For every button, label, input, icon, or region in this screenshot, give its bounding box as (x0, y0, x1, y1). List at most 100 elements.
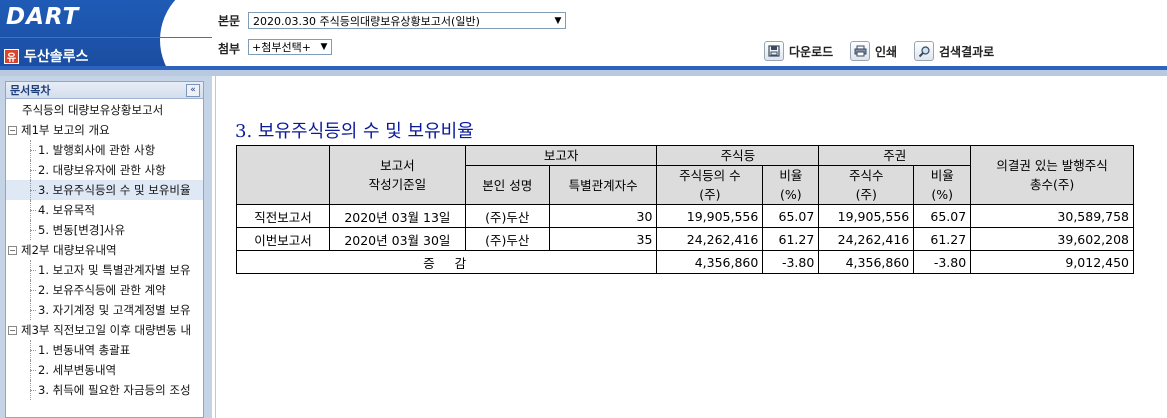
sidebar: 문서목차 « 주식등의 대량보유상황보고서 − 제1부 보고의 개요 1. 발행회사에… (0, 76, 212, 418)
attachment-select[interactable]: +첨부선택+ ▼ (248, 39, 332, 55)
toc-title: 문서목차 (10, 84, 51, 97)
tree-branch (30, 210, 36, 211)
company-row: 유 두산솔루스 (4, 46, 88, 66)
company-icon: 유 (4, 48, 19, 64)
toc-item[interactable]: 주식등의 대량보유상황보고서 (6, 100, 203, 120)
table-change-row: 증 감 4,356,860 -3.80 4,356,860 -3.80 9,01… (235, 250, 1134, 274)
download-button[interactable]: 다운로드 (764, 41, 833, 61)
dropdown-arrow-icon: ▼ (320, 42, 328, 52)
toc-item[interactable]: 3. 취득에 필요한 자금등의 조성 (6, 380, 203, 400)
row-name: (주)두산 (464, 204, 550, 228)
toc-item-label: 5. 변동[변경]사유 (38, 223, 126, 237)
toc-item[interactable]: 2. 보유주식등에 관한 계약 (6, 280, 203, 300)
tree-branch (30, 170, 36, 171)
tree-branch (30, 310, 36, 311)
row-stock-ratio: 61.27 (913, 227, 972, 251)
tree-collapse-icon[interactable]: − (8, 245, 17, 255)
toc-item-label: 4. 보유목적 (38, 203, 95, 217)
table-row: 직전보고서 2020년 03월 13일 (주)두산 30 19,905,556 … (236, 204, 1134, 228)
toc-header: 문서목차 « (6, 82, 203, 99)
header-stock-ratio: 비율 (%) (913, 165, 972, 205)
table-row: 이번보고서 2020년 03월 30일 (주)두산 35 24,262,416 … (236, 227, 1134, 251)
row-date: 2020년 03월 30일 (328, 227, 466, 251)
table-header-blank (236, 145, 330, 205)
toc-item-label: 3. 자기계정 및 고객계정별 보유 (38, 303, 191, 317)
main-doc-label: 본문 (218, 14, 241, 28)
row-shares: 19,905,556 (656, 204, 764, 228)
toc-item[interactable]: 1. 발행회사에 관한 사항 (6, 140, 203, 160)
header-principal-name: 본인 성명 (464, 165, 550, 205)
printer-icon (850, 41, 870, 61)
row-related: 30 (548, 204, 658, 228)
toc-panel: 문서목차 « 주식등의 대량보유상황보고서 − 제1부 보고의 개요 1. 발행회사에… (5, 81, 204, 418)
header-stock-count: 주식수 (주) (818, 165, 915, 205)
search-icon (914, 41, 934, 61)
toc-item[interactable]: 3. 자기계정 및 고객계정별 보유 (6, 300, 203, 320)
row-total: 39,602,208 (970, 227, 1134, 251)
document-content: 3. 보유주식등의 수 및 보유비율 보고서 작성기준일 보고자 주식등 주권 … (215, 76, 1167, 418)
row-stock: 19,905,556 (818, 204, 915, 228)
toc-item[interactable]: 4. 보유목적 (6, 200, 203, 220)
toc-item-label: 주식등의 대량보유상황보고서 (22, 103, 164, 117)
tree-branch (30, 270, 36, 271)
toc-item-label: 3. 보유주식등의 수 및 보유비율 (38, 183, 191, 197)
row-total: 30,589,758 (970, 204, 1134, 228)
header-reporter: 보고자 (464, 145, 658, 166)
download-label: 다운로드 (789, 44, 834, 59)
search-results-button[interactable]: 검색결과로 (914, 41, 994, 61)
save-icon (764, 41, 784, 61)
toc-item[interactable]: − 제3부 직전보고일 이후 대량변동 내 (6, 320, 203, 340)
row-date: 2020년 03월 13일 (328, 204, 466, 228)
toc-item[interactable]: − 제1부 보고의 개요 (6, 120, 203, 140)
header: DART 유 두산솔루스 본문 2020.03.30 주식등의대량보유상황보고서… (0, 0, 1167, 76)
holding-ratio-table: 보고서 작성기준일 보고자 주식등 주권 의결권 있는 발행주식 총수(주) 본… (235, 145, 1134, 274)
print-button[interactable]: 인쇄 (850, 41, 897, 61)
toc-item-label: 1. 변동내역 총괄표 (38, 343, 131, 357)
print-label: 인쇄 (875, 44, 898, 59)
header-stock-group: 주권 (818, 145, 972, 166)
header-shares-count: 주식등의 수 (주) (656, 165, 764, 205)
main-doc-select[interactable]: 2020.03.30 주식등의대량보유상황보고서(일반) ▼ (248, 12, 566, 29)
tree-branch (30, 350, 36, 351)
logo-curve (160, 0, 212, 70)
row-shares: 24,262,416 (656, 227, 764, 251)
tree-branch (30, 390, 36, 391)
tree-branch (30, 290, 36, 291)
toc-item[interactable]: 5. 변동[변경]사유 (6, 220, 203, 240)
row-label: 이번보고서 (236, 227, 330, 251)
tree-collapse-icon[interactable]: − (8, 125, 17, 135)
collapse-sidebar-button[interactable]: « (186, 83, 200, 97)
header-report-date: 보고서 작성기준일 (328, 145, 466, 205)
header-shares-ratio: 비율 (%) (762, 165, 820, 205)
toc-item-label: 제3부 직전보고일 이후 대량변동 내 (21, 323, 192, 337)
attachment-select-value: +첨부선택+ (252, 41, 311, 54)
row-stock-ratio: 65.07 (913, 204, 972, 228)
change-total: 9,012,450 (970, 250, 1134, 274)
toc-item[interactable]: 1. 보고자 및 특별관계자별 보유 (6, 260, 203, 280)
toc-item-label: 1. 발행회사에 관한 사항 (38, 143, 156, 157)
toc-item[interactable]: − 제2부 대량보유내역 (6, 240, 203, 260)
toc-item[interactable]: 2. 대량보유자에 관한 사항 (6, 160, 203, 180)
toc-item-label: 1. 보고자 및 특별관계자별 보유 (38, 263, 191, 277)
header-toolbar: 본문 2020.03.30 주식등의대량보유상황보고서(일반) ▼ 첨부 +첨부… (212, 0, 1167, 70)
toc-item-label: 2. 세부변동내역 (38, 363, 117, 377)
dart-logo[interactable]: DART (6, 4, 79, 30)
section-title: 3. 보유주식등의 수 및 보유비율 (235, 121, 474, 142)
row-label: 직전보고서 (236, 204, 330, 228)
toc-item-label: 3. 취득에 필요한 자금등의 조성 (38, 383, 191, 397)
row-shares-ratio: 65.07 (762, 204, 820, 228)
row-stock: 24,262,416 (818, 227, 915, 251)
tree-collapse-icon[interactable]: − (8, 325, 17, 335)
toc-item[interactable]: 3. 보유주식등의 수 및 보유비율 (6, 180, 203, 200)
toc-item-label: 제1부 보고의 개요 (21, 123, 110, 137)
toc-item[interactable]: 1. 변동내역 총괄표 (6, 340, 203, 360)
logo-divider (0, 37, 212, 38)
toc-item-label: 2. 보유주식등에 관한 계약 (38, 283, 166, 297)
toc-item[interactable]: 2. 세부변동내역 (6, 360, 203, 380)
toc-item-label: 2. 대량보유자에 관한 사항 (38, 163, 166, 177)
company-name: 두산솔루스 (24, 49, 89, 65)
logo-panel: DART 유 두산솔루스 (0, 0, 212, 70)
toc-item-label: 제2부 대량보유내역 (21, 243, 117, 257)
row-name: (주)두산 (464, 227, 550, 251)
attachment-label: 첨부 (218, 42, 241, 56)
